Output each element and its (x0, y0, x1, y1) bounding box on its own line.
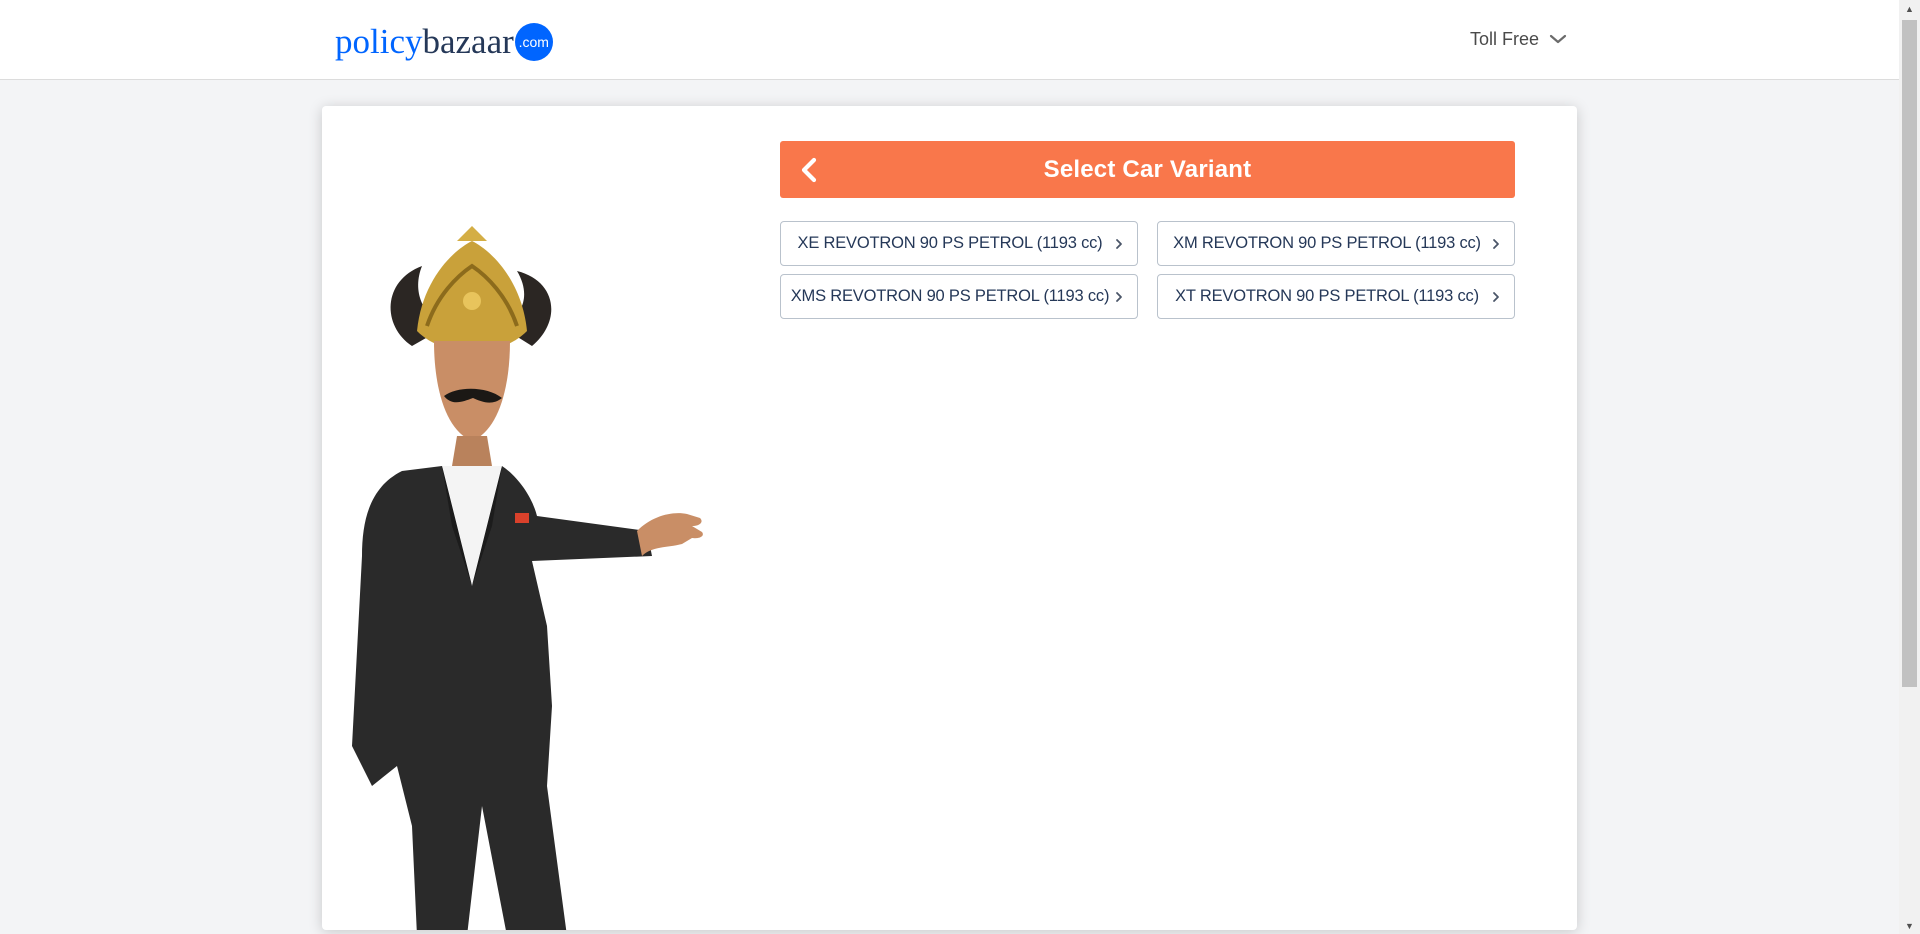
brand-ambassador-illustration (352, 226, 703, 930)
variant-option[interactable]: XM REVOTRON 90 PS PETROL (1193 cc) (1157, 221, 1515, 266)
variant-list: XE REVOTRON 90 PS PETROL (1193 cc) XM RE… (780, 221, 1515, 319)
scroll-up-arrow-icon[interactable]: ▲ (1899, 0, 1920, 17)
logo-badge: .com (514, 23, 553, 61)
variant-option[interactable]: XE REVOTRON 90 PS PETROL (1193 cc) (780, 221, 1138, 266)
variant-label: XMS REVOTRON 90 PS PETROL (1193 cc) (790, 287, 1110, 305)
chevron-right-icon (1116, 239, 1122, 249)
variant-label: XE REVOTRON 90 PS PETROL (1193 cc) (797, 234, 1103, 252)
chevron-left-icon (801, 157, 817, 183)
select-variant-header: Select Car Variant (780, 141, 1515, 198)
chevron-right-icon (1116, 292, 1122, 302)
chevron-right-icon (1493, 292, 1499, 302)
chevron-right-icon (1493, 239, 1499, 249)
back-button[interactable] (794, 155, 824, 185)
toll-free-label: Toll Free (1470, 28, 1540, 49)
variant-option[interactable]: XT REVOTRON 90 PS PETROL (1193 cc) (1157, 274, 1515, 319)
logo-text-policy: policy (335, 22, 423, 61)
scroll-down-arrow-icon[interactable]: ▼ (1899, 917, 1920, 934)
top-bar: policy bazaar .com Toll Free (0, 0, 1899, 80)
variant-label: XM REVOTRON 90 PS PETROL (1193 cc) (1173, 234, 1481, 252)
page-title: Select Car Variant (1043, 155, 1252, 183)
toll-free-dropdown[interactable]: Toll Free (1470, 25, 1567, 53)
logo-text-bazaar: bazaar (422, 22, 514, 61)
variant-option[interactable]: XMS REVOTRON 90 PS PETROL (1193 cc) (780, 274, 1138, 319)
variant-label: XT REVOTRON 90 PS PETROL (1193 cc) (1175, 287, 1479, 305)
policybazaar-logo[interactable]: policy bazaar .com (335, 22, 553, 62)
page-scrollbar[interactable]: ▲ ▼ (1899, 0, 1920, 934)
variant-selection-card: Select Car Variant XE REVOTRON 90 PS PET… (322, 106, 1577, 930)
scrollbar-thumb[interactable] (1902, 20, 1917, 687)
chevron-down-icon (1549, 34, 1567, 44)
